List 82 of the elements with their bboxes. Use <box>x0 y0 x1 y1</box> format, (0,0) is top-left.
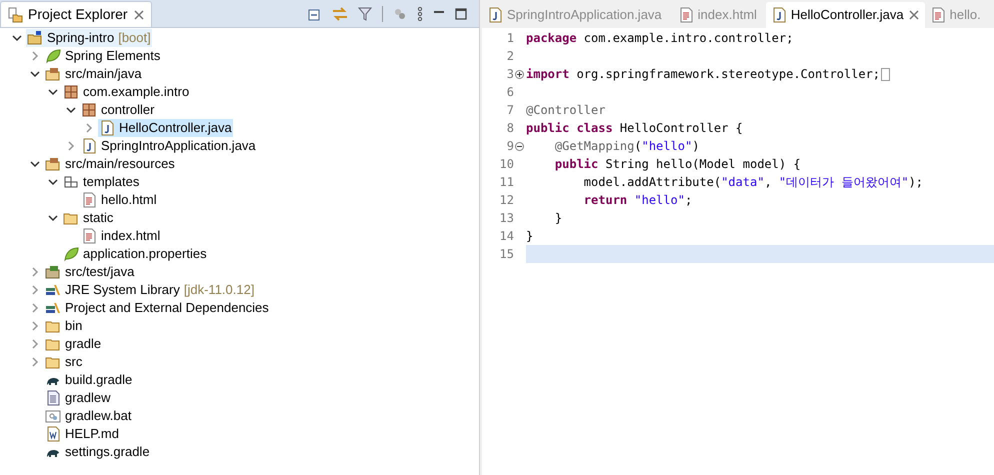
close-icon[interactable] <box>132 8 145 20</box>
books-icon <box>45 282 61 298</box>
code-line: @Controller <box>526 102 606 119</box>
tree-item[interactable]: src/test/java <box>44 263 136 281</box>
line-number: 7 <box>506 102 514 119</box>
java-file-icon <box>487 7 503 23</box>
tree-item[interactable]: com.example.intro <box>62 83 190 101</box>
editor-tab[interactable]: HelloController.java <box>766 2 925 28</box>
line-number: 13 <box>500 210 514 227</box>
html-file-icon <box>930 7 946 23</box>
line-number: 14 <box>500 228 514 245</box>
gears-file-icon <box>45 408 61 424</box>
html-file-icon <box>678 7 694 23</box>
tree-item[interactable]: settings.gradle <box>44 443 151 461</box>
java-file-icon <box>81 138 97 154</box>
line-number: 15 <box>500 246 514 263</box>
collapse-fold-icon[interactable] <box>515 142 524 150</box>
line-number: 6 <box>506 84 514 101</box>
html-file-icon <box>81 228 97 244</box>
line-number: 12 <box>500 192 514 209</box>
document-w-icon <box>45 426 61 442</box>
tree-item[interactable]: SpringIntroApplication.java <box>80 137 257 155</box>
code-line: return "hello"; <box>582 192 692 209</box>
code-line: package com.example.intro.controller; <box>526 30 794 47</box>
tree-item[interactable]: HelloController.java <box>98 119 233 137</box>
expand-fold-icon[interactable] <box>515 70 524 78</box>
view-menu-icon[interactable] <box>417 7 423 21</box>
folded-code-marker[interactable] <box>881 68 890 80</box>
tree-item[interactable]: Project and External Dependencies <box>44 299 270 317</box>
package-folder-icon <box>45 156 61 172</box>
tree-item[interactable]: static <box>62 209 114 227</box>
tree-item[interactable]: gradle <box>44 335 102 353</box>
leaf-icon <box>63 246 79 262</box>
tree-item[interactable]: templates <box>62 173 140 191</box>
filter-icon[interactable] <box>358 7 372 21</box>
code-line: model.addAttribute("data", "데이터가 들어왔어여"); <box>582 174 924 191</box>
package-folder-icon <box>45 66 61 82</box>
leaf-icon <box>45 48 61 64</box>
tree-item[interactable]: index.html <box>80 227 162 245</box>
java-file-icon <box>99 120 115 136</box>
view-tab[interactable]: Project Explorer <box>0 1 152 27</box>
line-number: 3 <box>506 66 514 83</box>
code-line: import org.springframework.stereotype.Controller; <box>526 66 880 83</box>
tree-item[interactable]: src/main/java <box>44 65 143 83</box>
line-number: 9 <box>506 138 514 155</box>
tree-item[interactable]: src/main/resources <box>44 155 176 173</box>
html-file-icon <box>81 192 97 208</box>
line-number: 2 <box>506 48 514 65</box>
tree-item[interactable]: hello.html <box>80 191 158 209</box>
project-folder-icon <box>27 30 43 46</box>
package-icon <box>63 84 79 100</box>
code-line: public String hello(Model model) { <box>554 156 801 173</box>
package-folder-icon <box>45 264 61 280</box>
tree-item[interactable]: HELP.md <box>44 425 120 443</box>
tree-item[interactable]: JRE System Library [jdk-11.0.12] <box>44 281 256 299</box>
tree-item[interactable]: src <box>44 353 84 371</box>
dots-cluster-icon[interactable] <box>393 7 407 21</box>
collapse-all-icon[interactable] <box>308 7 322 21</box>
text-file-icon <box>45 390 61 406</box>
tree-item[interactable]: controller <box>80 101 156 119</box>
tree-item[interactable]: build.gradle <box>44 371 134 389</box>
code-line: @GetMapping("hello") <box>554 138 700 155</box>
tree-item[interactable]: application.properties <box>62 245 208 263</box>
code-line: } <box>554 210 562 227</box>
tree-item[interactable]: Spring Elements <box>44 47 162 65</box>
package-icon <box>81 102 97 118</box>
maximize-icon[interactable] <box>455 8 467 20</box>
java-file-icon <box>770 7 787 23</box>
explorer-icon <box>7 6 23 22</box>
code-line: } <box>526 228 534 245</box>
folder-tree-icon <box>63 174 79 190</box>
line-number: 8 <box>506 120 514 137</box>
books-icon <box>45 300 61 316</box>
tree-item[interactable]: bin <box>44 317 84 335</box>
tree-item[interactable]: gradlew.bat <box>44 407 132 425</box>
line-number: 10 <box>500 156 514 173</box>
close-icon[interactable] <box>908 9 920 21</box>
line-number: 11 <box>500 174 514 191</box>
tree-item[interactable]: gradlew <box>44 389 112 407</box>
line-number: 1 <box>506 30 514 47</box>
code-line: public class HelloController { <box>526 120 743 137</box>
tree-item[interactable]: Spring-intro [boot] <box>26 29 152 47</box>
